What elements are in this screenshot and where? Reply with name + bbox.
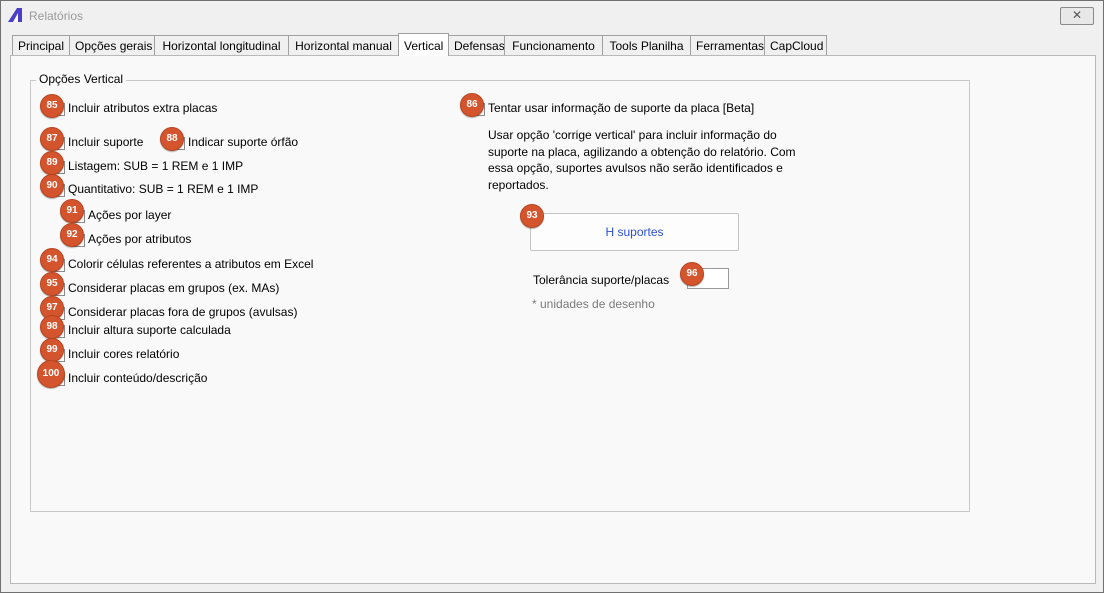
annotation-badge: 99	[40, 338, 64, 362]
suporte-description: Usar opção 'corrige vertical' para inclu…	[488, 128, 796, 192]
title-bar: Relatórios ✕	[1, 1, 1103, 31]
tab-horizontal-longitudinal[interactable]: Horizontal longitudinal	[154, 35, 289, 55]
tab-horizontal-manual[interactable]: Horizontal manual	[288, 35, 399, 55]
annotation-badge: 87	[40, 127, 64, 151]
h-suportes-button[interactable]: H suportes	[530, 213, 739, 251]
annotation-badge: 100	[37, 360, 65, 388]
tab-capcloud[interactable]: CapCloud	[764, 35, 827, 55]
annotation-badge: 88	[160, 127, 184, 151]
annotation-badge: 92	[60, 223, 84, 247]
tab-defensas[interactable]: Defensas	[448, 35, 505, 55]
annotation-badge: 91	[60, 199, 84, 223]
tab-funcionamento[interactable]: Funcionamento	[504, 35, 603, 55]
annotation-badge: 85	[40, 94, 64, 118]
tolerancia-label: Tolerância suporte/placas	[533, 273, 670, 287]
tab-ferramentas[interactable]: Ferramentas	[690, 35, 765, 55]
annotation-badge: 95	[40, 272, 64, 296]
tab-opcoes-gerais[interactable]: Opções gerais	[69, 35, 155, 55]
annotation-badge: 96	[680, 262, 704, 286]
close-button[interactable]: ✕	[1060, 7, 1094, 25]
group-title: Opções Vertical	[36, 72, 127, 86]
tab-vertical[interactable]: Vertical	[398, 33, 449, 56]
annotation-badge: 86	[460, 93, 484, 117]
close-icon: ✕	[1071, 8, 1083, 22]
annotation-badge: 94	[40, 248, 64, 272]
annotation-badge: 98	[40, 315, 64, 339]
annotation-badge: 90	[40, 174, 64, 198]
tab-tools-planilha[interactable]: Tools Planilha	[602, 35, 691, 55]
relatorios-app-icon	[8, 8, 22, 22]
window-title: Relatórios	[29, 9, 84, 23]
annotation-badge: 93	[520, 204, 544, 228]
annotation-badge: 89	[40, 151, 64, 175]
unidades-note: * unidades de desenho	[532, 297, 655, 311]
tab-principal[interactable]: Principal	[12, 35, 70, 55]
